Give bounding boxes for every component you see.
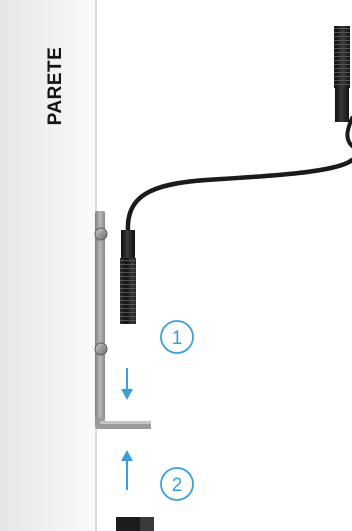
step-marker-1: 1 (160, 320, 194, 354)
mounting-diagram: 1 2 PARETE (0, 0, 352, 531)
step-marker-2: 2 (160, 467, 194, 501)
screw-icon (94, 342, 108, 356)
sensor-cable-lead (345, 116, 352, 148)
step-number-2: 2 (172, 475, 183, 496)
wall-label: PARETE (45, 46, 66, 126)
step-number-1: 1 (172, 328, 183, 349)
sensor-bottom (116, 517, 154, 531)
sensor-cable (125, 157, 352, 235)
arrow-up-icon (121, 450, 133, 490)
arrow-down-icon (121, 368, 133, 400)
screw-icon (94, 227, 108, 241)
sensor-top-right (334, 26, 350, 122)
sensor-on-bracket (120, 230, 136, 324)
